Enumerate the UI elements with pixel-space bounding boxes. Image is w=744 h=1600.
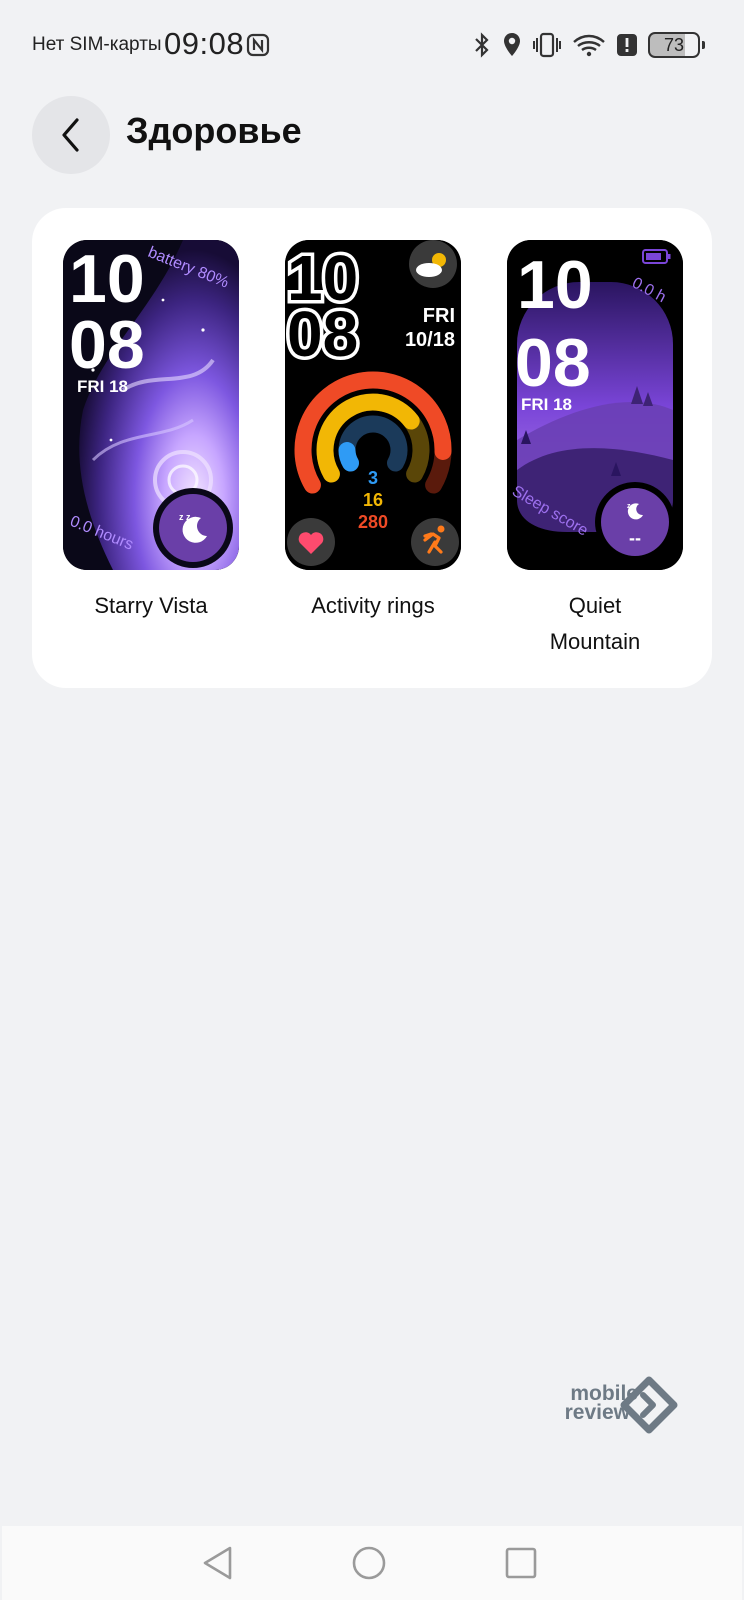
vibrate-icon [533,32,561,58]
ring-value-calories: 280 [358,512,388,532]
home-circle-icon [352,1546,386,1580]
starry-hour: 10 [69,241,145,317]
navigation-bar [2,1526,742,1600]
back-button[interactable] [32,96,110,174]
ring-move [338,442,359,472]
watch-face-activity-rings[interactable]: 10 10 08 08 FRI 10/18 3 16 280 [285,240,461,570]
activity-minute-inner: 08 [287,298,358,370]
battery-level: 73 [663,34,685,55]
mountain-sleep-value: -- [629,528,641,548]
face-name-line2: Mountain [549,629,641,654]
status-icons: 73 [472,30,705,60]
alert-icon [617,34,637,56]
nfc-icon [246,33,270,57]
back-triangle-icon [203,1546,232,1580]
recents-square-icon [505,1547,537,1579]
status-bar: Нет SIM-карты 09:08 73 [0,0,744,90]
activity-day: FRI [423,305,455,327]
face-name-quiet-mountain[interactable]: Quiet Mountain [485,588,705,660]
nav-home-button[interactable] [344,1538,394,1588]
nav-recents-button[interactable] [496,1538,546,1588]
bluetooth-icon [475,32,489,58]
face-name-label: Starry Vista [94,593,208,618]
svg-text:z z: z z [627,503,636,510]
svg-text:z z: z z [179,512,191,522]
face-name-line1: Quiet [568,593,622,618]
face-name-label: Activity rings [311,593,435,618]
starry-date: FRI 18 [77,377,128,396]
activity-date: 10/18 [405,329,455,351]
face-name-starry-vista[interactable]: Starry Vista [41,588,261,624]
ring-value-exercise: 16 [363,490,383,510]
watermark-diamond-icon [620,1376,678,1434]
mountain-date: FRI 18 [521,395,572,414]
wifi-icon [573,34,605,57]
chevron-left-icon [62,118,79,152]
location-icon [504,33,520,56]
heart-icon [287,518,335,566]
mountain-minute: 08 [515,325,591,401]
page-title: Здоровье [126,110,302,151]
nav-back-button[interactable] [192,1538,242,1588]
carrier-label: Нет SIM-карты [32,34,162,55]
face-name-activity-rings[interactable]: Activity rings [263,588,483,624]
mountain-hour: 10 [517,247,593,323]
ring-value-move: 3 [368,468,378,488]
starry-minute: 08 [69,307,145,383]
watch-face-quiet-mountain[interactable]: 10 08 FRI 18 0.0 h Sleep score z z -- [507,240,683,570]
battery-icon: 73 [648,32,705,58]
status-clock: 09:08 [164,26,245,61]
watch-face-starry-vista[interactable]: 10 08 FRI 18 battery 80% 0.0 hours z z [63,240,239,570]
weather-icon [409,240,457,288]
running-icon [411,518,459,566]
